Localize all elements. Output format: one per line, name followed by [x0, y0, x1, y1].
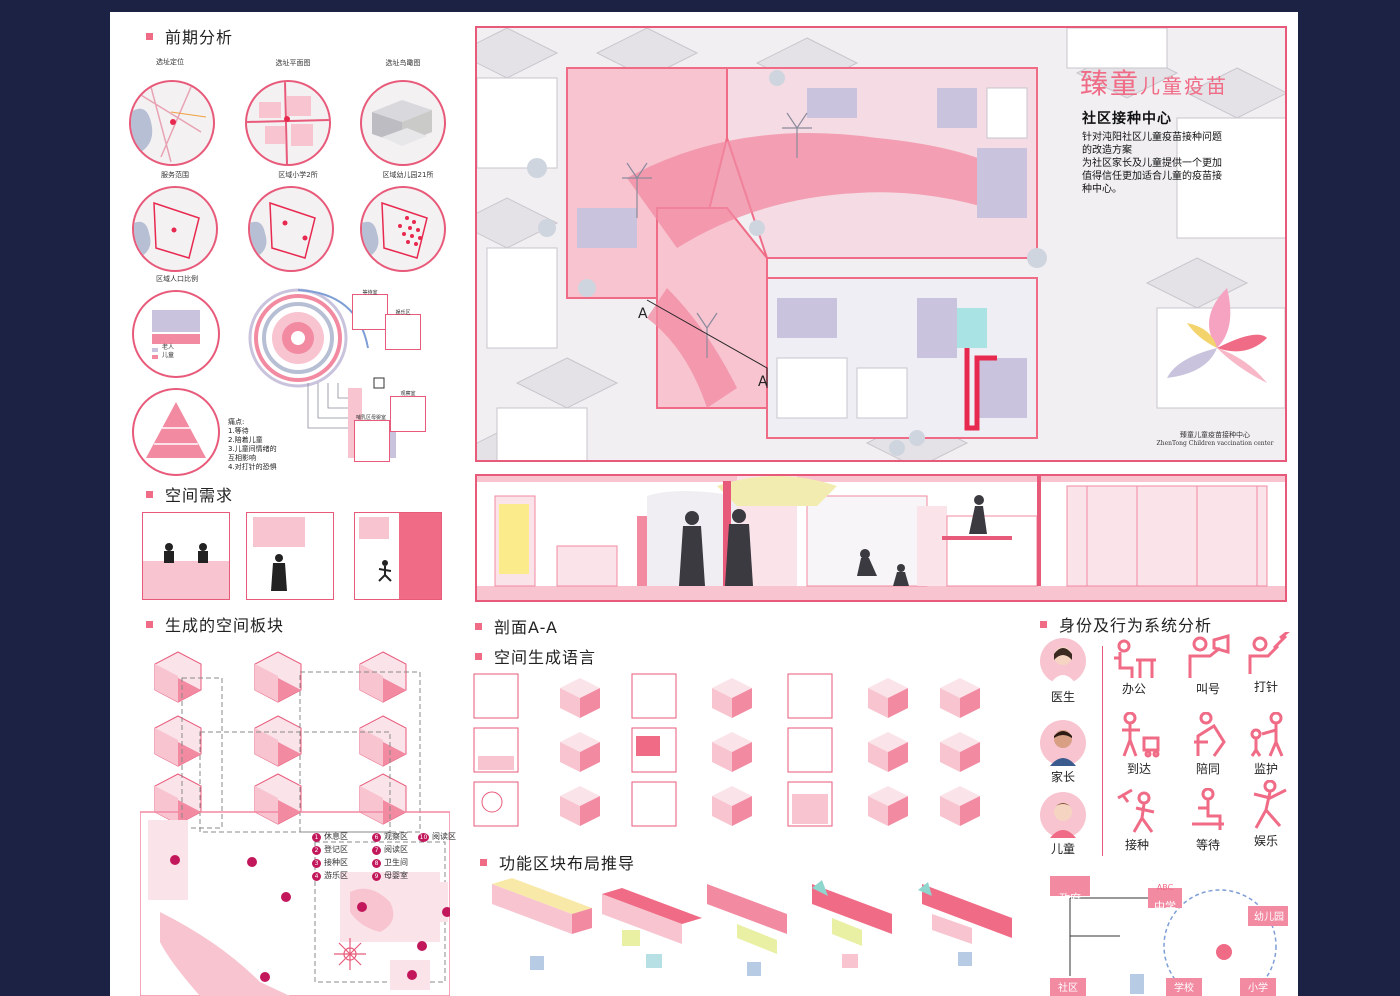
label-kindergartens: 区域幼儿园21所: [382, 171, 434, 179]
section-title-space-language: 空间生成语言: [475, 644, 596, 668]
doctor-avatar: [1040, 638, 1086, 684]
label-primary-schools: 区域小学2所: [278, 171, 318, 179]
play-icon: [1244, 779, 1294, 832]
network-node-community: 社区: [1058, 983, 1078, 994]
behavior-label-office: 办公: [1121, 682, 1146, 696]
behavior-label-wait: 等待: [1195, 838, 1220, 852]
zone-legend-item: 1 休息区: [312, 830, 348, 843]
poster-board: 前期分析 选址定位 选址平面图 选址鸟瞰图 服务范围 区域小学2所 区域幼儿园2…: [110, 12, 1298, 996]
network-abc-letters: ABC: [1156, 883, 1174, 892]
project-title-main: 臻童: [1080, 67, 1141, 100]
zone-legend-item: 6 观察区: [372, 830, 408, 843]
generated-blocks-diagram: [139, 642, 452, 996]
behavior-label-guardian: 监护: [1253, 762, 1278, 776]
label-waiting-room: 等待室: [362, 290, 378, 296]
network-node-government: 政府: [1059, 892, 1081, 905]
label-site-location: 选址定位: [156, 58, 184, 66]
network-node-middle-school: 中学: [1154, 900, 1176, 913]
arrive-icon: [1114, 711, 1164, 758]
guardian-icon: [1244, 711, 1294, 758]
function-layout-diagram: [482, 874, 1042, 996]
project-description: 针对沌阳社区儿童疫苗接种问题 的改造方案 为社区家长及儿童提供一个更加 值得信任…: [1082, 132, 1222, 195]
section-mark-a-end: A: [758, 374, 768, 390]
section-title-space-needs: 空间需求: [146, 482, 233, 506]
section-title-function-layout: 功能区块布局推导: [480, 850, 635, 874]
service-range-map: [132, 186, 218, 272]
project-subtitle: 社区接种中心: [1082, 111, 1172, 127]
section-title-pre-analysis: 前期分析: [146, 24, 233, 48]
role-label-parent: 家长: [1050, 770, 1075, 784]
section-aa-drawing: [475, 474, 1287, 602]
role-divider: [1102, 646, 1103, 856]
label-observation: 观察室: [400, 391, 416, 397]
parent-avatar: [1040, 720, 1086, 766]
zone-legend-item: 9 母婴室: [372, 869, 408, 882]
label-service-range: 服务范围: [161, 171, 189, 179]
kindergartens-map: [360, 186, 446, 272]
behavior-label-call: 叫号: [1195, 682, 1220, 696]
needs-pyramid: [132, 388, 220, 476]
vaccinate-icon: [1114, 788, 1164, 834]
network-node-school: 学校: [1174, 983, 1194, 994]
behavior-label-injection: 打针: [1253, 680, 1278, 694]
project-title-sub: 儿童疫苗: [1140, 74, 1229, 98]
zone-legend-col-1: 1 休息区 2 登记区 3 接种区 4 游乐区: [312, 830, 348, 882]
zone-legend-item: 7 阅读区: [372, 843, 408, 856]
thumb-play-area: [385, 314, 421, 350]
behavior-label-accompany: 陪同: [1195, 762, 1220, 776]
role-label-doctor: 医生: [1050, 690, 1075, 704]
injection-icon: [1244, 628, 1294, 676]
site-aerial-view: [360, 80, 446, 166]
zone-legend-col-2: 6 观察区 7 阅读区 8 卫生间 9 母婴室: [372, 830, 408, 882]
behavior-label-vaccinate: 接种: [1124, 838, 1149, 852]
network-node-primary-school: 小学: [1248, 983, 1268, 994]
behavior-label-arrive: 到达: [1126, 762, 1151, 776]
site-plan-map: [245, 80, 331, 166]
label-site-aerial: 选址鸟瞰图: [385, 59, 421, 67]
office-icon: [1110, 638, 1158, 680]
section-title-section-aa: 剖面A-A: [475, 614, 558, 638]
zone-legend-item: 3 接种区: [312, 856, 348, 869]
zone-legend-item: 2 登记区: [312, 843, 348, 856]
network-node-kindergarten: 幼儿园: [1254, 912, 1284, 923]
population-ratio-chart: [132, 290, 220, 378]
logo-text-en: ZhenTong Children vaccination center: [1156, 440, 1274, 447]
space-language-grid: [472, 672, 1032, 832]
role-label-child: 儿童: [1050, 842, 1075, 856]
zone-legend-item: 4 游乐区: [312, 869, 348, 882]
zone-legend-item: 8 卫生间: [372, 856, 408, 869]
label-population-ratio: 区域人口比例: [156, 275, 198, 283]
legend-children: 儿童: [161, 352, 174, 359]
zone-legend-col-3: 10 阅读区: [418, 830, 456, 843]
child-avatar: [1040, 792, 1086, 838]
label-nursing: 哺乳区母婴室: [355, 415, 386, 421]
zone-legend-item: 10 阅读区: [418, 832, 456, 842]
label-site-plan: 选址平面图: [275, 59, 311, 67]
space-need-panel-2: [246, 512, 334, 600]
section-title-generated-blocks: 生成的空间板块: [146, 612, 284, 636]
space-need-panel-1: [142, 512, 230, 600]
accompany-icon: [1184, 711, 1232, 758]
logo-text-cn: 臻童儿童疫苗接种中心: [1180, 431, 1250, 439]
section-title-identity-analysis: 身份及行为系统分析: [1040, 612, 1212, 636]
wait-icon: [1184, 787, 1232, 834]
space-need-panel-3: [354, 512, 442, 600]
primary-schools-map: [248, 186, 334, 272]
site-location-map: [129, 80, 215, 166]
label-play-area: 娱乐区: [395, 310, 411, 316]
project-title: 臻童儿童疫苗: [1080, 62, 1280, 102]
behavior-label-play: 娱乐: [1253, 834, 1278, 848]
call-number-icon: [1180, 634, 1236, 680]
thumb-nursing: [354, 420, 390, 462]
section-mark-a-start: A: [638, 306, 648, 322]
